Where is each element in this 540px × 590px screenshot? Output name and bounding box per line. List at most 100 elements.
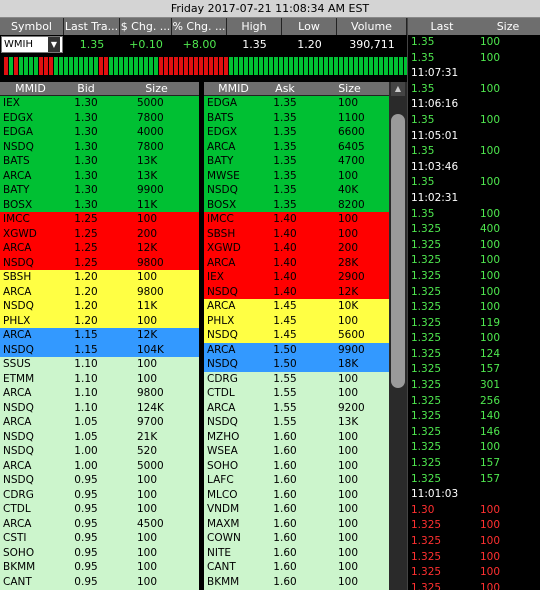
bid-mmid: NSDQ	[3, 256, 34, 269]
bid-row[interactable]: ARCA 1.20 9800	[0, 284, 199, 299]
bid-row[interactable]: CANT 0.95 100	[0, 574, 199, 589]
bid-size-header[interactable]: Size	[114, 82, 199, 95]
ask-row[interactable]: ARCA 1.45 10K	[204, 299, 389, 314]
ask-row[interactable]: SOHO 1.60 100	[204, 458, 389, 473]
ts-price: 1.325	[411, 316, 442, 329]
scroll-up-arrow-icon[interactable]: ▲	[391, 82, 405, 96]
bid-price-header[interactable]: Bid	[58, 82, 114, 95]
bid-row[interactable]: BATY 1.30 9900	[0, 183, 199, 198]
bid-row[interactable]: ARCA 1.15 12K	[0, 328, 199, 343]
bid-row[interactable]: EDGA 1.30 4000	[0, 125, 199, 140]
bid-row[interactable]: SSUS 1.10 100	[0, 357, 199, 372]
ask-row[interactable]: MZHO 1.60 100	[204, 429, 389, 444]
ask-row[interactable]: BATS 1.35 1100	[204, 110, 389, 125]
bid-row[interactable]: NSDQ 1.15 104K	[0, 342, 199, 357]
bid-rows: IEX 1.30 5000 EDGX 1.30 7800 EDGA 1.30 4000 NSDQ 1…	[0, 96, 199, 590]
bid-row[interactable]: BATS 1.30 13K	[0, 154, 199, 169]
ask-row[interactable]: ARCA 1.40 28K	[204, 255, 389, 270]
ask-row[interactable]: BOSX 1.35 8200	[204, 197, 389, 212]
bid-row[interactable]: ARCA 1.05 9700	[0, 415, 199, 430]
ask-row[interactable]: NSDQ 1.35 40K	[204, 183, 389, 198]
bid-row[interactable]: IMCC 1.25 100	[0, 212, 199, 227]
ask-row[interactable]: WSEA 1.60 100	[204, 444, 389, 459]
scrollbar[interactable]: ▲	[389, 82, 407, 590]
bid-row[interactable]: ETMM 1.10 100	[0, 371, 199, 386]
high-header[interactable]: High	[227, 18, 282, 35]
bid-row[interactable]: NSDQ 1.00 520	[0, 444, 199, 459]
ask-row[interactable]: VNDM 1.60 100	[204, 502, 389, 517]
ask-row[interactable]: PHLX 1.45 100	[204, 313, 389, 328]
ts-size: 100	[480, 238, 501, 251]
ask-row[interactable]: MAXM 1.60 100	[204, 516, 389, 531]
symbol-input[interactable]: WMIH ▼	[1, 36, 63, 53]
bid-mmid-header[interactable]: MMID	[0, 82, 58, 95]
ask-row[interactable]: MWSE 1.35 100	[204, 168, 389, 183]
ask-row[interactable]: BKMM 1.60 100	[204, 574, 389, 589]
bid-row[interactable]: ARCA 1.30 13K	[0, 168, 199, 183]
bid-row[interactable]: EDGX 1.30 7800	[0, 110, 199, 125]
chevron-down-icon[interactable]: ▼	[48, 37, 60, 52]
ask-row[interactable]: ARCA 1.35 6405	[204, 139, 389, 154]
bid-row[interactable]: NSDQ 1.30 7800	[0, 139, 199, 154]
bid-row[interactable]: NSDQ 0.95 100	[0, 473, 199, 488]
bid-row[interactable]: NSDQ 1.20 11K	[0, 299, 199, 314]
ask-row[interactable]: NSDQ 1.55 13K	[204, 415, 389, 430]
ts-last-header[interactable]: Last	[408, 18, 476, 35]
ask-row[interactable]: NSDQ 1.45 5600	[204, 328, 389, 343]
bid-row[interactable]: IEX 1.30 5000	[0, 96, 199, 111]
ask-row[interactable]: CTDL 1.55 100	[204, 386, 389, 401]
ask-price-header[interactable]: Ask	[260, 82, 310, 95]
low-header[interactable]: Low	[282, 18, 337, 35]
ask-mmid-header[interactable]: MMID	[204, 82, 260, 95]
bid-row[interactable]: SBSH 1.20 100	[0, 270, 199, 285]
bid-row[interactable]: XGWD 1.25 200	[0, 226, 199, 241]
dollar-change-header[interactable]: $ Chg. ...	[120, 18, 172, 35]
bid-row[interactable]: ARCA 1.10 9800	[0, 386, 199, 401]
bid-size: 12K	[137, 329, 158, 341]
ask-row[interactable]: MLCO 1.60 100	[204, 487, 389, 502]
bid-row[interactable]: BOSX 1.30 11K	[0, 197, 199, 212]
bid-row[interactable]: ARCA 0.95 4500	[0, 516, 199, 531]
bid-row[interactable]: CDRG 0.95 100	[0, 487, 199, 502]
percent-change-header[interactable]: % Chg. ...	[172, 18, 227, 35]
bid-row[interactable]: ARCA 1.25 12K	[0, 241, 199, 256]
ask-size-header[interactable]: Size	[310, 82, 389, 95]
ask-row[interactable]: IMCC 1.40 100	[204, 212, 389, 227]
bid-price: 1.00	[74, 445, 98, 457]
ask-row[interactable]: NITE 1.60 100	[204, 545, 389, 560]
ask-row[interactable]: LAFC 1.60 100	[204, 473, 389, 488]
trend-tick	[34, 57, 38, 75]
ask-price: 1.60	[273, 445, 297, 457]
ask-row[interactable]: BATY 1.35 4700	[204, 154, 389, 169]
ask-row[interactable]: EDGX 1.35 6600	[204, 125, 389, 140]
bid-row[interactable]: PHLX 1.20 100	[0, 313, 199, 328]
symbol-header[interactable]: Symbol	[0, 18, 64, 35]
bid-mmid: XGWD	[3, 227, 37, 240]
ask-row[interactable]: CANT 1.60 100	[204, 560, 389, 575]
ask-row[interactable]: ARCA 1.55 9200	[204, 400, 389, 415]
ask-row[interactable]: NSDQ 1.50 18K	[204, 357, 389, 372]
ask-row[interactable]: IEX 1.40 2900	[204, 270, 389, 285]
bid-row[interactable]: NSDQ 1.25 9800	[0, 255, 199, 270]
bid-row[interactable]: NSDQ 1.10 124K	[0, 400, 199, 415]
ask-row[interactable]: EDGA 1.35 100	[204, 96, 389, 111]
ask-row[interactable]: SBSH 1.40 100	[204, 226, 389, 241]
scrollbar-thumb[interactable]	[391, 114, 405, 388]
ask-row[interactable]: NSDQ 1.40 12K	[204, 284, 389, 299]
last-trade-header[interactable]: Last Tra...	[64, 18, 120, 35]
ask-row[interactable]: CDRG 1.55 100	[204, 371, 389, 386]
bid-row[interactable]: CSTI 0.95 100	[0, 531, 199, 546]
ts-trade-row: 1.35 100	[408, 207, 540, 223]
ask-row[interactable]: XGWD 1.40 200	[204, 241, 389, 256]
bid-row[interactable]: CTDL 0.95 100	[0, 502, 199, 517]
bid-row[interactable]: SOHO 0.95 100	[0, 545, 199, 560]
ask-row[interactable]: COWN 1.60 100	[204, 531, 389, 546]
ask-price: 1.60	[273, 517, 297, 530]
bid-row[interactable]: BKMM 0.95 100	[0, 560, 199, 575]
bid-row[interactable]: ARCA 1.00 5000	[0, 458, 199, 473]
bid-row[interactable]: NSDQ 1.05 21K	[0, 429, 199, 444]
ask-size: 100	[338, 474, 359, 486]
volume-header[interactable]: Volume	[337, 18, 407, 35]
ask-row[interactable]: ARCA 1.50 9900	[204, 342, 389, 357]
ts-size-header[interactable]: Size	[476, 18, 540, 35]
